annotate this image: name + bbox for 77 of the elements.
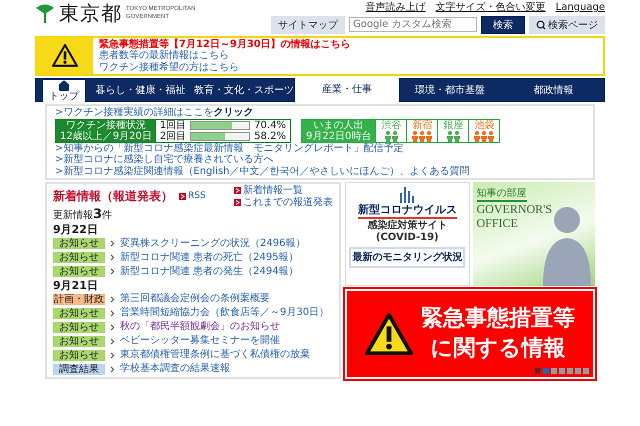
search-button[interactable]: 検索 <box>481 16 525 34</box>
news-link[interactable]: ベビーシッター募集セミナーを開催 <box>120 335 280 347</box>
ginkgo-leaf-logo-icon <box>35 4 55 24</box>
governor-banner-title: OFFICE <box>476 216 519 230</box>
alert-link[interactable]: ワクチン接種希望の方はこちら <box>99 62 351 73</box>
news-link[interactable]: 新型コロナ関連 患者の死亡（2495報） <box>120 252 299 264</box>
news-link[interactable]: 営業時間短縮協力会（飲食店等／～9月30日） <box>120 307 330 319</box>
dose-label: 1回目 <box>160 120 186 130</box>
category-tag: お知らせ <box>53 350 105 361</box>
dose-percent: 58.2% <box>254 130 286 142</box>
logo-text: 東京都 <box>59 2 122 25</box>
vaccine-link[interactable]: >ワクチン接種実績の詳細はここをクリック <box>55 107 585 118</box>
category-tag: 調査結果 <box>53 364 105 375</box>
governor-banner-title: GOVERNOR'S <box>476 202 552 216</box>
news-side-link[interactable]: 新着情報一覧 <box>234 185 333 196</box>
info-link[interactable]: >新型コロナ感染症関連情報（English／中文／한국어／やさしいにほんご）、よくある質問 <box>55 166 585 177</box>
alert-headline-link[interactable]: 緊急事態措置等【7月12日～9月30日】の情報はこちら <box>99 38 351 50</box>
header-link[interactable]: Language <box>556 2 605 14</box>
category-tag: 計画・財政 <box>53 294 105 305</box>
news-link[interactable]: 変異株スクリーニングの状況（2496報） <box>120 238 306 250</box>
covid-banner-note: (COVID-19) <box>376 232 439 244</box>
rss-link[interactable]: RSS <box>179 191 206 202</box>
governor-banner-label: 知事の部屋 <box>476 188 526 202</box>
area-name: 銀座 <box>443 120 464 130</box>
monitoring-button[interactable]: 最新のモニタリング状況 <box>349 246 466 268</box>
governor-office-banner[interactable]: 知事の部屋 GOVERNOR'S OFFICE <box>472 182 595 286</box>
covid-banner-title: 新型コロナウイルス <box>358 204 457 219</box>
area-name: 新宿 <box>412 120 432 130</box>
area-name: 渋谷 <box>381 120 402 130</box>
news-link[interactable]: 東京都債権管理条例に基づく私債権の放棄 <box>120 349 310 361</box>
news-link[interactable]: 学校基本調査の結果速報 <box>120 363 230 375</box>
update-count: 更新情報3件 <box>53 208 114 223</box>
nav-tab[interactable]: 教育・文化・スポーツ <box>192 80 296 102</box>
category-tag: お知らせ <box>53 322 105 333</box>
dose-percent: 70.4% <box>254 120 286 130</box>
link-icon <box>234 198 241 206</box>
news-title: 新着情報（報道発表） <box>53 190 173 204</box>
news-date: 9月21日 <box>53 280 99 292</box>
category-tag: お知らせ <box>53 252 105 264</box>
emergency-banner-text: 緊急事態措置等 <box>421 305 575 334</box>
crowd-time: 9月22日0時台 <box>306 130 372 142</box>
news-link[interactable]: 第三回都議会定例会の条例案概要 <box>120 293 270 305</box>
news-link[interactable]: 秋の「都民半額観劇会」のお知らせ <box>120 321 280 333</box>
emergency-banner[interactable]: 緊急事態措置等 に関する情報 <box>345 289 595 380</box>
warning-icon <box>52 44 78 68</box>
category-tag: お知らせ <box>53 238 105 250</box>
bar-chart-logo-icon <box>400 187 414 203</box>
category-tag: お知らせ <box>53 266 105 278</box>
header-link[interactable]: 音声読み上げ <box>366 2 426 14</box>
home-label: トップ <box>49 92 79 102</box>
home-tab[interactable]: トップ <box>43 80 85 102</box>
search-icon <box>536 20 546 30</box>
vaccine-subtitle: 12歳以上／9月20日 <box>60 130 152 142</box>
alert-link[interactable]: 患者数等の最新情報はこちら <box>99 50 351 62</box>
area-name: 池袋 <box>474 120 494 130</box>
vaccine-title: ワクチン接種状況 <box>66 120 146 130</box>
warning-icon <box>365 312 413 356</box>
category-tag: お知らせ <box>53 308 105 319</box>
nav-tab[interactable]: 産業・仕事 <box>295 78 399 102</box>
news-date: 9月22日 <box>53 224 99 237</box>
covid-site-banner[interactable]: 新型コロナウイルス 感染症対策サイト (COVID-19) 最新のモニタリング状況 <box>345 182 470 286</box>
info-link[interactable]: >新型コロナに感染し自宅で療養されている方へ <box>55 154 585 166</box>
category-tag: お知らせ <box>53 336 105 347</box>
news-link[interactable]: 新型コロナ関連 患者の発生（2494報） <box>120 266 299 278</box>
emergency-banner-text: に関する情報 <box>430 335 566 364</box>
news-side-link[interactable]: これまでの報道発表 <box>234 196 333 208</box>
sitemap-button[interactable]: サイトマップ <box>271 16 345 34</box>
search-page-button[interactable]: 検索ページ <box>529 16 605 34</box>
header-link[interactable]: 文字サイズ・色合い変更 <box>436 2 546 14</box>
info-link[interactable]: >知事からの「新型コロナ感染症最新情報 モニタリングレポート」配信予定 <box>55 142 585 154</box>
pause-icon[interactable] <box>534 367 541 374</box>
dose-label: 2回目 <box>160 130 186 142</box>
link-icon <box>234 187 241 194</box>
link-icon <box>179 193 186 200</box>
crowd-title: いまの人出 <box>314 120 364 130</box>
search-field[interactable]: Google カスタム検索 <box>349 17 477 32</box>
covid-banner-subtitle: 感染症対策サイト <box>367 220 448 232</box>
